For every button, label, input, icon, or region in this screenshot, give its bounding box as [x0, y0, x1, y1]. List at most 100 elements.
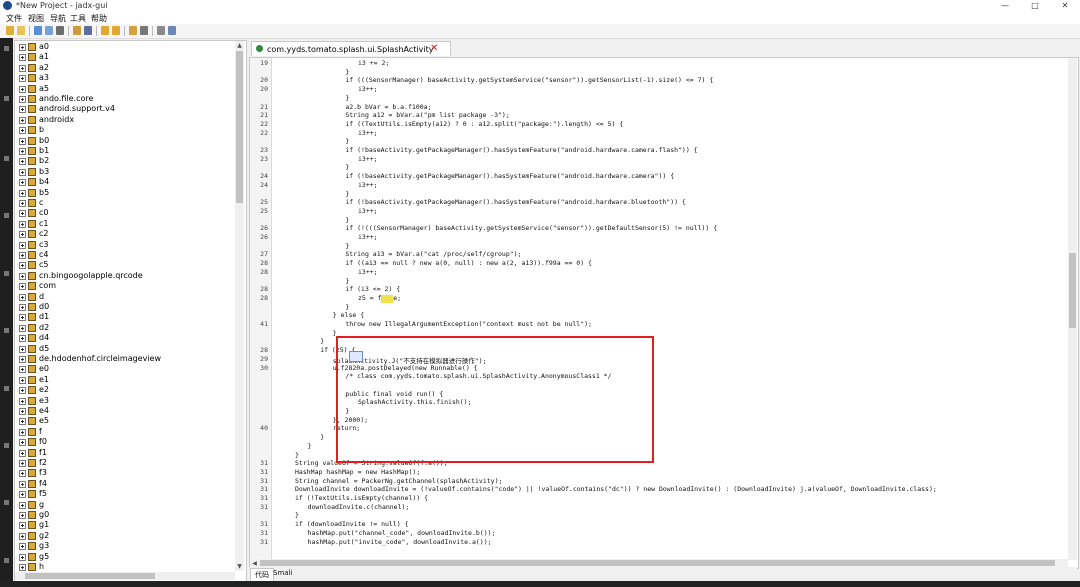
tree-item[interactable]: c4: [15, 250, 235, 260]
tree-item[interactable]: f5: [15, 489, 235, 499]
expand-icon[interactable]: [19, 168, 26, 176]
menu-help[interactable]: 帮助: [91, 13, 107, 24]
tree-item[interactable]: c5: [15, 260, 235, 270]
expand-icon[interactable]: [19, 491, 26, 499]
expand-icon[interactable]: [19, 397, 26, 405]
tree-scroll-thumb[interactable]: [236, 51, 243, 203]
tree-item[interactable]: de.hdodenhof.circleimageview: [15, 354, 235, 364]
expand-icon[interactable]: [19, 75, 26, 83]
menu-view[interactable]: 视图: [28, 13, 44, 24]
forward-icon[interactable]: [129, 26, 137, 35]
expand-icon[interactable]: [19, 522, 26, 530]
expand-icon[interactable]: [19, 179, 26, 187]
expand-icon[interactable]: [19, 304, 26, 311]
tree-item[interactable]: a0: [15, 42, 235, 52]
expand-icon[interactable]: [19, 283, 26, 291]
expand-icon[interactable]: [19, 200, 26, 207]
tree-item[interactable]: g3: [15, 541, 235, 551]
expand-icon[interactable]: [19, 366, 26, 374]
menu-navigation[interactable]: 导航: [50, 13, 66, 24]
tree-item[interactable]: e2: [15, 385, 235, 395]
tree-item[interactable]: g: [15, 500, 235, 510]
tree-item[interactable]: c0: [15, 208, 235, 218]
tree-item[interactable]: c1: [15, 219, 235, 229]
expand-icon[interactable]: [19, 272, 26, 280]
tree-item[interactable]: com: [15, 281, 235, 291]
expand-icon[interactable]: [19, 335, 26, 343]
expand-icon[interactable]: [19, 64, 26, 72]
tree-item[interactable]: f4: [15, 479, 235, 489]
tree-item[interactable]: c3: [15, 240, 235, 250]
expand-icon[interactable]: [19, 439, 26, 447]
expand-icon[interactable]: [19, 460, 26, 467]
expand-icon[interactable]: [19, 54, 26, 62]
expand-icon[interactable]: [19, 314, 26, 322]
tree-item[interactable]: d1: [15, 312, 235, 322]
expand-icon[interactable]: [19, 148, 26, 155]
expand-icon[interactable]: [19, 512, 26, 519]
expand-icon[interactable]: [19, 345, 26, 353]
editor-hscroll-thumb[interactable]: [260, 560, 1055, 566]
expand-icon[interactable]: [19, 252, 26, 259]
sync-icon[interactable]: [34, 26, 42, 35]
tree-item[interactable]: a3: [15, 73, 235, 83]
expand-icon[interactable]: [19, 106, 26, 114]
tree-item[interactable]: h: [15, 562, 235, 572]
tree-item[interactable]: android.support.v4: [15, 104, 235, 114]
tree-item[interactable]: f3: [15, 468, 235, 478]
tree-item[interactable]: e0: [15, 364, 235, 374]
open-file-icon[interactable]: [6, 26, 14, 35]
expand-icon[interactable]: [19, 158, 26, 166]
expand-icon[interactable]: [19, 553, 26, 561]
tree-item[interactable]: a2: [15, 63, 235, 73]
expand-icon[interactable]: [19, 96, 26, 103]
tree-item[interactable]: c2: [15, 229, 235, 239]
tree-item[interactable]: d5: [15, 344, 235, 354]
search-icon[interactable]: [84, 26, 92, 35]
expand-icon[interactable]: [19, 376, 26, 384]
expand-icon[interactable]: [19, 470, 26, 478]
tab-smali[interactable]: Smali: [269, 568, 296, 578]
tree-item[interactable]: ando.file.core: [15, 94, 235, 104]
tree-item[interactable]: b2: [15, 156, 235, 166]
expand-icon[interactable]: [19, 220, 26, 228]
log-icon[interactable]: [157, 26, 165, 35]
expand-icon[interactable]: [19, 44, 26, 51]
tree-item[interactable]: f1: [15, 448, 235, 458]
export-icon[interactable]: [56, 26, 64, 35]
find-usage-icon[interactable]: [101, 26, 109, 35]
maximize-button[interactable]: □: [1020, 0, 1050, 12]
expand-icon[interactable]: [19, 564, 26, 571]
tree-item[interactable]: b4: [15, 177, 235, 187]
save-icon[interactable]: [17, 26, 25, 35]
expand-icon[interactable]: [19, 127, 26, 135]
expand-icon[interactable]: [19, 85, 26, 93]
close-tab-icon[interactable]: ✕: [430, 43, 438, 54]
expand-icon[interactable]: [19, 137, 26, 145]
tree-item[interactable]: a1: [15, 52, 235, 62]
tree-item[interactable]: cn.bingoogolapple.qrcode: [15, 271, 235, 281]
code-editor[interactable]: 19 i3 += 2;} 20 if (((SensorManager) baseAc…: [249, 57, 1079, 569]
tree-item[interactable]: g1: [15, 520, 235, 530]
preferences-icon[interactable]: [168, 26, 176, 35]
expand-icon[interactable]: [19, 262, 26, 270]
expand-icon[interactable]: [19, 293, 26, 301]
tree-item[interactable]: g5: [15, 552, 235, 562]
expand-icon[interactable]: [19, 418, 26, 426]
tree-icon[interactable]: [73, 26, 81, 35]
tree-item[interactable]: d: [15, 292, 235, 302]
expand-icon[interactable]: [19, 532, 26, 540]
tree-item[interactable]: a5: [15, 84, 235, 94]
expand-icon[interactable]: [19, 449, 26, 457]
scroll-up-arrow[interactable]: ▲: [235, 41, 244, 50]
expand-icon[interactable]: [19, 189, 26, 197]
expand-icon[interactable]: [19, 387, 26, 395]
tree-item[interactable]: e1: [15, 375, 235, 385]
tree-item[interactable]: d2: [15, 323, 235, 333]
expand-icon[interactable]: [19, 428, 26, 436]
expand-icon[interactable]: [19, 116, 26, 124]
expand-icon[interactable]: [19, 241, 26, 249]
tab-splash-activity[interactable]: com.yyds.tomato.splash.ui.SplashActivity…: [251, 41, 451, 56]
tree-item[interactable]: f2: [15, 458, 235, 468]
tree-item[interactable]: g2: [15, 531, 235, 541]
